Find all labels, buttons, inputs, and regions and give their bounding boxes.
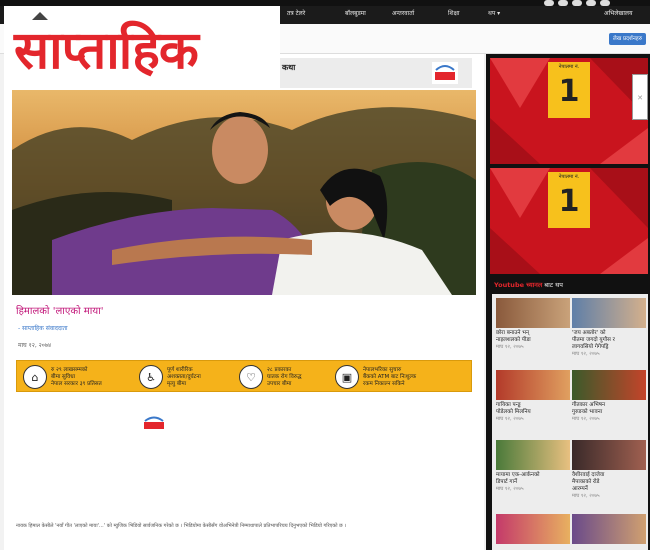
video-title[interactable]: मायामा एक-आर्कनको डिपार्ट गार्ने [496,472,570,486]
page: तत्र टेलरे बॉलबुडमा अन्तरवार्ता शिक्षा थ… [0,0,650,550]
video-thumbnail[interactable] [572,440,646,470]
video-thumbnail[interactable] [496,514,570,544]
video-date: माघ १२, २०७५ [496,344,524,350]
atm-icon: ▣ [335,365,359,389]
video-thumbnail[interactable] [572,514,646,544]
banner-segment-text: नेपालभरिका सुचारु बैंकको ATM बाट निःशुल्… [363,366,417,387]
video-title[interactable]: गीतकार अभिषन गुरुङको भावना [572,402,646,416]
nav-item-more[interactable]: थप ▾ [488,9,500,17]
nav-item-archive[interactable]: अभिलेखालय [604,9,632,17]
ad-badge: नेपालमा नं. 1 [548,172,590,228]
site-mini-logo-icon [432,62,458,84]
search-button[interactable]: लेख प्रदर्शनहरु [608,33,646,45]
article-body: नायक हिमाल केसीले 'नयाँ गीत 'लाएको माया'… [16,523,347,529]
video-thumbnail[interactable] [572,298,646,328]
banner-segment: ▣ नेपालभरिका सुचारु बैंकको ATM बाट निःशु… [335,365,416,389]
home-icon: ⌂ [23,365,47,389]
video-date: माघ १२, २०७५ [572,493,600,499]
sidebar-ad[interactable]: नेपालमा नं. 1 ✕ [490,58,648,164]
banner-segment-text: २८ प्रकारका घातक रोग विरुद्ध उपचार बीमा [267,366,302,387]
ad-badge-number: 1 [558,184,580,219]
video-date: माघ १२, २०७५ [572,351,600,357]
video-title[interactable]: छोरा बनाउने भन् नाइलशलको पीडा [496,330,570,344]
video-date: माघ १२, २०७५ [572,416,600,422]
video-item[interactable] [496,514,570,544]
logo-text: साप्ताहिक [14,20,199,81]
article-headline[interactable]: हिमालको 'लाएको माया' [16,303,104,317]
video-title[interactable]: गायिका पन्ड्ड पोडेलको मिलनिय [496,402,570,416]
video-list: छोरा बनाउने भन् नाइलशलको पीडा माघ १२, २०… [492,294,648,550]
ad-badge: नेपालमा नं. 1 [548,62,590,118]
video-item[interactable]: छोरा बनाउने भन् नाइलशलको पीडा माघ १२, २०… [496,298,570,351]
section-label: कथा [282,63,296,72]
heart-icon: ♡ [239,365,263,389]
article-title-strip: कथा [276,58,472,88]
video-item[interactable]: गीतकार अभिषन गुरुङको भावना माघ १२, २०७५ [572,370,646,423]
nav-item-tele[interactable]: तत्र टेलरे [287,9,305,17]
banner-segment-text: रु २९ लाखसम्मको बीमा सुविधा नेपाल सरकार … [51,366,102,387]
youtube-section-label[interactable]: Youtube च्यानल बाट थप [494,280,563,289]
video-title[interactable]: वैशीरवाई दाजेवा मैपाकाको रोडे आरम्पर्ने [572,472,646,493]
video-item[interactable]: मायामा एक-आर्कनको डिपार्ट गार्ने माघ १२,… [496,440,570,493]
nav-item-education[interactable]: शिक्षा [448,9,460,17]
video-thumbnail[interactable] [496,298,570,328]
video-item[interactable] [572,514,646,544]
insurance-ad-banner[interactable]: ⌂ रु २९ लाखसम्मको बीमा सुविधा नेपाल सरका… [16,360,472,392]
banner-segment-text: पूर्ण शारीरिक अशक्तता/दुर्घटना मृत्यु बी… [167,366,201,387]
banner-segment: ♿ पूर्ण शारीरिक अशक्तता/दुर्घटना मृत्यु … [139,365,201,389]
ad-badge-label: नेपालमा नं. [558,174,580,180]
youtube-label-prefix: Youtube च्यानल [494,281,543,289]
sidebar-ad[interactable]: नेपालमा नं. 1 [490,168,648,274]
wheelchair-icon: ♿ [139,365,163,389]
video-item[interactable]: 'जय अबतोर' को पीतमा जगदो युगौस र लागवसिय… [572,298,646,358]
video-thumbnail[interactable] [572,370,646,400]
ad-close-icon[interactable]: ✕ [632,74,648,120]
video-item[interactable]: गायिका पन्ड्ड पोडेलको मिलनिय माघ १२, २०७… [496,370,570,423]
nav-item-bollywood[interactable]: बॉलबुडमा [345,9,366,17]
video-date: माघ १२, २०७५ [496,486,524,492]
ad-badge-number: 1 [558,74,580,109]
video-thumbnail[interactable] [496,440,570,470]
site-logo[interactable]: साप्ताहिक [4,6,280,88]
video-thumbnail[interactable] [496,370,570,400]
banner-segment: ♡ २८ प्रकारका घातक रोग विरुद्ध उपचार बीम… [239,365,301,389]
article-date: माघ १२, २०७४ [18,342,52,349]
youtube-label-suffix: बाट थप [544,281,563,289]
site-mini-logo-icon [144,416,164,429]
nav-item-interview[interactable]: अन्तरवार्ता [392,9,414,17]
video-item[interactable]: वैशीरवाई दाजेवा मैपाकाको रोडे आरम्पर्ने … [572,440,646,500]
article-author[interactable]: - साप्ताहिक संवाददाता [18,324,68,332]
banner-segment: ⌂ रु २९ लाखसम्मको बीमा सुविधा नेपाल सरका… [23,365,102,389]
video-date: माघ १२, २०७५ [496,416,524,422]
ad-badge-label: नेपालमा नं. [558,64,580,70]
video-title[interactable]: 'जय अबतोर' को पीतमा जगदो युगौस र लागवसिय… [572,330,646,351]
article-hero-image [12,90,476,295]
